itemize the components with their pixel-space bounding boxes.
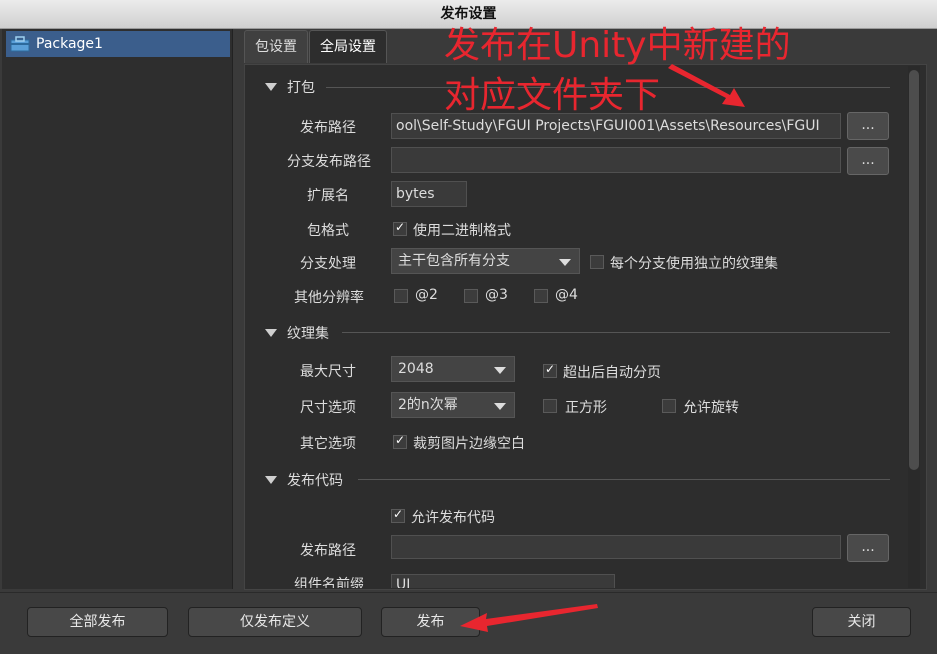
chevron-down-icon <box>494 403 506 410</box>
size-option-label: 尺寸选项 <box>300 400 356 416</box>
auto-page-label: 超出后自动分页 <box>563 365 661 381</box>
branch-path-label: 分支发布路径 <box>287 154 371 170</box>
branch-path-input[interactable] <box>391 147 841 173</box>
res-4-label: @4 <box>555 287 578 303</box>
package-icon <box>10 36 30 52</box>
format-label: 包格式 <box>307 223 349 239</box>
code-path-input[interactable] <box>391 535 841 559</box>
browse-publish-path-button[interactable]: ... <box>847 112 889 140</box>
res-3-label: @3 <box>485 287 508 303</box>
annotation-line-2: 对应文件夹下 <box>444 75 661 116</box>
close-button[interactable]: 关闭 <box>812 607 911 637</box>
chevron-down-icon <box>494 367 506 374</box>
square-label: 正方形 <box>565 400 607 416</box>
branch-label: 分支处理 <box>300 256 356 272</box>
branch-atlas-checkbox[interactable] <box>590 255 604 269</box>
auto-page-checkbox[interactable] <box>543 362 557 378</box>
package-label: Package1 <box>36 36 103 52</box>
branch-select[interactable]: 主干包含所有分支 <box>391 248 580 274</box>
collapse-arrow-icon[interactable] <box>265 83 277 91</box>
package-list: Package1 <box>2 29 233 589</box>
size-option-value: 2的n次幂 <box>398 397 458 413</box>
binary-format-checkbox[interactable] <box>393 220 407 236</box>
res-4-checkbox[interactable] <box>534 289 548 303</box>
trim-label: 裁剪图片边缘空白 <box>413 436 525 452</box>
annotation-line-1: 发布在Unity中新建的 <box>444 25 791 66</box>
collapse-arrow-icon[interactable] <box>265 329 277 337</box>
clipped-prefix-row: 组件名前缀 UI <box>250 574 630 588</box>
footer-bar: 全部发布 仅发布定义 发布 关闭 <box>0 592 937 654</box>
prefix-label: 组件名前缀 <box>294 577 364 588</box>
section-title-pack: 打包 <box>287 80 315 96</box>
scroll-thumb[interactable] <box>909 70 919 470</box>
extension-input[interactable]: bytes <box>391 181 467 207</box>
res-2-checkbox[interactable] <box>394 289 408 303</box>
rotate-label: 允许旋转 <box>683 400 739 416</box>
tab-package-settings[interactable]: 包设置 <box>244 30 308 63</box>
size-option-select[interactable]: 2的n次幂 <box>391 392 515 418</box>
divider <box>342 332 890 333</box>
max-size-label: 最大尺寸 <box>300 364 356 380</box>
allow-code-checkbox[interactable] <box>391 507 405 523</box>
chevron-down-icon <box>559 259 571 266</box>
binary-format-label: 使用二进制格式 <box>413 223 511 239</box>
branch-atlas-label: 每个分支使用独立的纹理集 <box>610 256 778 272</box>
section-title-atlas: 纹理集 <box>287 326 329 342</box>
collapse-arrow-icon[interactable] <box>265 476 277 484</box>
section-title-code: 发布代码 <box>287 473 343 489</box>
allow-code-label: 允许发布代码 <box>411 510 495 526</box>
trim-checkbox[interactable] <box>393 433 407 449</box>
tab-global-settings[interactable]: 全局设置 <box>309 30 387 63</box>
settings-panel <box>244 64 927 590</box>
other-options-label: 其它选项 <box>300 436 356 452</box>
prefix-input[interactable]: UI <box>391 574 615 588</box>
max-size-select[interactable]: 2048 <box>391 356 515 382</box>
rotate-checkbox[interactable] <box>662 399 676 413</box>
code-path-label: 发布路径 <box>300 543 356 559</box>
browse-branch-path-button[interactable]: ... <box>847 147 889 175</box>
resolution-label: 其他分辨率 <box>294 290 364 306</box>
divider <box>358 479 890 480</box>
publish-path-label: 发布路径 <box>300 120 356 136</box>
vertical-scrollbar[interactable] <box>908 66 920 588</box>
sidebar-item-package1[interactable]: Package1 <box>6 31 230 57</box>
publish-definition-button[interactable]: 仅发布定义 <box>188 607 362 637</box>
publish-all-button[interactable]: 全部发布 <box>27 607 168 637</box>
res-2-label: @2 <box>415 287 438 303</box>
res-3-checkbox[interactable] <box>464 289 478 303</box>
branch-select-value: 主干包含所有分支 <box>398 253 510 269</box>
extension-label: 扩展名 <box>307 188 349 204</box>
square-checkbox[interactable] <box>543 399 557 413</box>
browse-code-path-button[interactable]: ... <box>847 534 889 562</box>
publish-button[interactable]: 发布 <box>381 607 480 637</box>
max-size-value: 2048 <box>398 361 434 377</box>
